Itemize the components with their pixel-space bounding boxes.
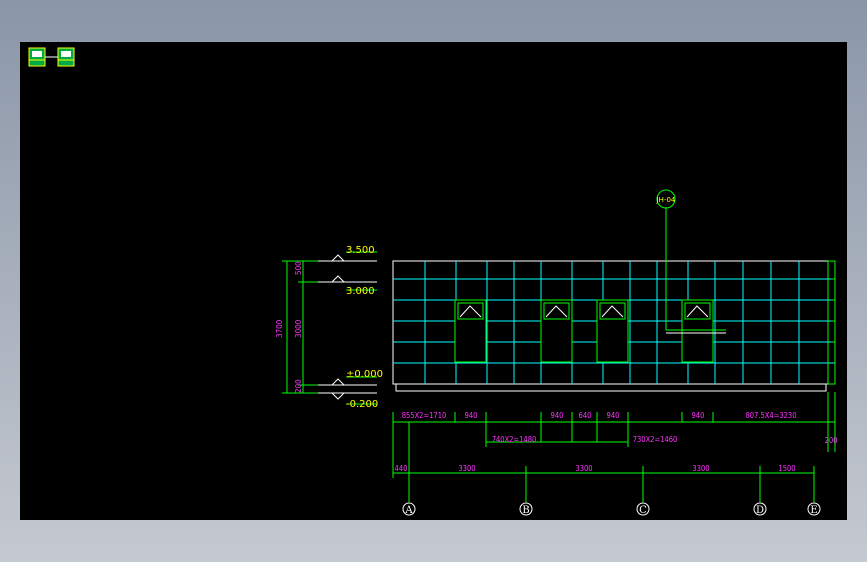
axis-bubble-e: E (810, 505, 817, 516)
dim-r1-1: 940 (465, 411, 478, 420)
elev-floor-label: ±0.000 (346, 369, 383, 380)
dim-r1-3: 640 (579, 411, 592, 420)
window-4 (681, 299, 714, 363)
facade-elevation (392, 189, 836, 392)
dim-r1-0: 855X2=1710 (402, 411, 447, 420)
axis-bubble-d: D (756, 505, 764, 516)
axis-bubble-a: A (404, 505, 413, 516)
dimension-row-1-lines (392, 392, 836, 452)
vdim-total: 3700 (275, 319, 284, 338)
dim-r1-2: 940 (551, 411, 564, 420)
callout-label: JH-04 (656, 196, 676, 204)
elev-top-label: 3.500 (346, 245, 375, 256)
axis-dimension-lines (392, 422, 815, 502)
axis-dim-0: 440 (395, 464, 408, 473)
window-1 (454, 299, 487, 363)
window-3 (596, 299, 629, 363)
elev-roof-label: 3.000 (346, 286, 375, 297)
axis-dim-1: 3300 (458, 464, 475, 473)
axis-bubble-c: C (639, 505, 647, 516)
axis-dim-4: 1500 (778, 464, 795, 473)
vdim-mid: 3000 (294, 319, 303, 338)
vdim-bottom: 200 (294, 379, 303, 393)
cad-canvas[interactable]: 3.500 3.000 ±0.000 -0.200 3700 500 3000 … (20, 42, 847, 520)
axis-dim-2: 3300 (575, 464, 592, 473)
axis-bubble-b: B (522, 505, 529, 516)
cad-view-icon[interactable] (28, 47, 46, 67)
axis-dim-3: 3300 (692, 464, 709, 473)
window-2 (540, 299, 573, 363)
elev-ground-label: -0.200 (346, 399, 378, 410)
dim-r1-6: 807.5X4=3230 (745, 411, 796, 420)
dim-r1-end: 200 (825, 436, 838, 445)
drawing-svg: 3.500 3.000 ±0.000 -0.200 3700 500 3000 … (28, 47, 838, 516)
cad-layer-icon[interactable] (45, 47, 75, 67)
vdim-top: 500 (294, 261, 303, 275)
dim-r1-4: 940 (607, 411, 620, 420)
dim-r2-0: 740X2=1480 (492, 435, 537, 444)
dim-r2-1: 730X2=1460 (633, 435, 678, 444)
dim-r1-5: 940 (692, 411, 705, 420)
